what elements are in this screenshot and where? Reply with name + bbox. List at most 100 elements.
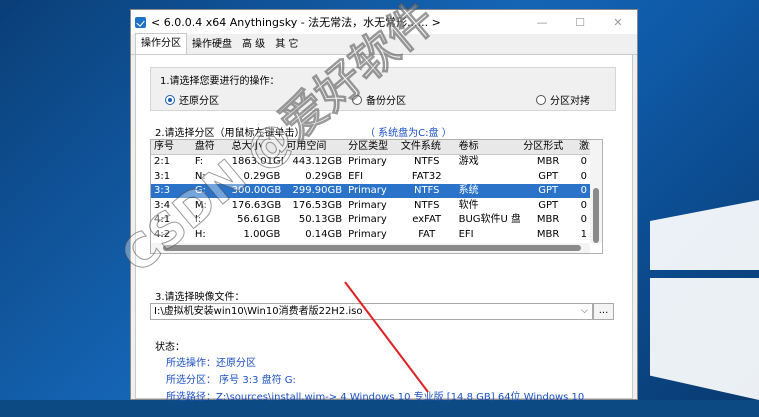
table-cell: 176.63GB [231, 199, 282, 211]
table-cell: 3:1 [154, 170, 171, 182]
table-cell: exFAT [412, 214, 442, 225]
radio-dot-icon [165, 94, 175, 105]
chevron-down-icon[interactable]: ⌵ [581, 304, 588, 319]
table-cell: Primary [348, 228, 387, 240]
table-cell: NTFS [413, 156, 440, 167]
table-cell: GPT [538, 170, 559, 182]
vertical-scrollbar[interactable] [590, 140, 602, 243]
table-cell: 1863.01GB [231, 156, 284, 167]
radio-backup[interactable]: 备份分区 [352, 92, 406, 107]
table-cell: M: [194, 199, 207, 211]
tab-bar: 操作分区 操作硬盘 高 级 其 它 [131, 33, 637, 55]
status-label: 状态： [155, 342, 185, 353]
system-disk-note: （ 系统盘为C:盘 ） [365, 128, 452, 139]
table-cell: 4:1 [154, 214, 171, 225]
image-path-value: I:\虚拟机安装win10\Win10消费者版22H2.iso [154, 306, 363, 317]
radio-dot-icon [352, 94, 362, 105]
table-cell: 1.00GB [243, 228, 281, 240]
table-cell: 443.12GB [292, 156, 343, 167]
tab-advanced[interactable]: 高 级 [237, 36, 270, 54]
title-bar: < 6.0.0.4 x64 Anythingsky - 法无常法，水无常形...… [131, 10, 637, 34]
table-cell: GPT [538, 199, 559, 211]
column-header: 总大小 [231, 141, 262, 152]
table-row[interactable]: 3:4 M: 176.63GB 176.53GB Primary NTFS 软件 GPT 0 [151, 199, 590, 213]
table-cell: 系统 [458, 185, 479, 196]
table-cell: NTFS [413, 199, 440, 211]
table-cell: 游戏 [458, 156, 479, 167]
horizontal-scroll-thumb[interactable] [163, 245, 581, 251]
tab-other[interactable]: 其 它 [270, 36, 303, 54]
app-window: < 6.0.0.4 x64 Anythingsky - 法无常法，水无常形...… [130, 9, 638, 403]
table-cell: MBR [536, 156, 560, 167]
maximize-button[interactable]: ☐ [561, 10, 599, 34]
table-cell: 299.90GB [292, 185, 343, 196]
close-button[interactable]: ✕ [599, 10, 637, 34]
status-partition: 所选分区： 序号 3:3 盘符 G: [166, 375, 296, 386]
column-header: 文件系统 [400, 141, 441, 152]
radio-copy[interactable]: 分区对拷 [536, 92, 590, 107]
column-header: 盘符 [194, 141, 215, 152]
column-header: 分区类型 [348, 141, 389, 152]
table-cell: I: [194, 214, 202, 225]
status-group: 状态： 所选操作：还原分区 所选分区： 序号 3:3 盘符 G: 所选路径：Z:… [150, 337, 616, 417]
table-cell: 0 [580, 199, 587, 211]
table-row[interactable]: 2:1 F: 1863.01GB 443.12GB Primary NTFS 游戏 MBR 0 [151, 155, 590, 169]
horizontal-scrollbar[interactable] [151, 243, 590, 253]
radio-copy-label: 分区对拷 [550, 96, 590, 107]
table-cell: 1 [580, 228, 587, 240]
table-cell: 176.53GB [292, 199, 343, 211]
table-cell: 56.61GB [237, 214, 281, 225]
table-cell: H: [194, 228, 206, 240]
partition-table: 序号 盘符 总大小 可用空间 分区类型文件系统 卷标 分区形式 激活 2:1 F: 1863.01G… [150, 139, 603, 254]
table-cell: 3:3 [154, 185, 171, 196]
table-row[interactable]: 4:2 H: 1.00GB 0.14GB Primary FAT EFI MBR 1 [151, 228, 590, 242]
vertical-scroll-thumb[interactable] [593, 188, 599, 243]
table-header: 序号 盘符 总大小 可用空间 分区类型文件系统 卷标 分区形式 激活 [151, 140, 590, 155]
table-cell [456, 170, 521, 184]
tab-operate-partition[interactable]: 操作分区 [135, 33, 187, 54]
table-row[interactable]: 3:3 G: 300.00GB 299.90GB Primary NTFS 系统 GPT 0 [151, 184, 590, 198]
table-cell: FAT [418, 228, 436, 240]
table-cell: Primary [348, 185, 387, 196]
table-cell: 3:4 [154, 199, 171, 211]
step1-label: 1.请选择您要进行的操作： [160, 76, 280, 87]
table-cell: 300.00GB [231, 185, 282, 196]
table-row[interactable]: 3:1 N: 0.29GB 0.29GB EFI FAT32 GPT 0 [151, 170, 590, 184]
status-path: 所选路径：Z:\sources\install.wim-> 4 Windows … [166, 392, 585, 403]
column-header: 序号 [154, 141, 174, 152]
step3-label: 3.请选择映像文件： [155, 292, 245, 303]
column-header: 可用空间 [286, 141, 327, 152]
browse-button[interactable]: ... [593, 303, 614, 320]
table-cell: F: [194, 156, 204, 167]
column-header: 分区形式 [523, 141, 564, 152]
step2-label: 2.请选择分区（用鼠标左键单击） [155, 128, 305, 139]
table-row[interactable]: 4:1 I: 56.61GB 50.13GB Primary exFAT BUG软件U 盘 M… [151, 213, 590, 227]
table-cell: 4:2 [154, 228, 171, 240]
table-cell: 0.14GB [305, 228, 343, 240]
table-cell: FAT32 [411, 170, 442, 182]
tab-operate-disk[interactable]: 操作硬盘 [187, 36, 237, 54]
table-cell: MBR [536, 228, 560, 240]
tab-page: 1.请选择您要进行的操作： 还原分区 备份分区 分区对拷 2.请选择分区（用鼠标… [135, 55, 633, 403]
table-cell: 0 [580, 170, 587, 182]
image-path-combo[interactable]: I:\虚拟机安装win10\Win10消费者版22H2.iso ⌵ [150, 303, 593, 320]
app-icon [135, 16, 146, 28]
minimize-button[interactable]: — [523, 10, 561, 34]
image-file-group: 3.请选择映像文件： I:\虚拟机安装win10\Win10消费者版22H2.i… [150, 287, 616, 323]
table-cell: 0 [580, 214, 587, 225]
radio-dot-icon [536, 94, 546, 105]
partition-group: 2.请选择分区（用鼠标左键单击） （ 系统盘为C:盘 ） 序号 盘符 总大小 可用空间… [150, 123, 616, 275]
table-cell: 50.13GB [298, 214, 343, 225]
column-header: 卷标 [458, 141, 479, 152]
table-cell: 2:1 [154, 156, 171, 167]
table-cell: MBR [536, 214, 560, 225]
table-cell: Primary [348, 214, 387, 225]
table-cell: Primary [348, 156, 387, 167]
table-cell: NTFS [413, 185, 440, 196]
status-operation: 所选操作：还原分区 [166, 358, 256, 369]
radio-restore[interactable]: 还原分区 [165, 92, 219, 107]
table-cell: G: [194, 185, 206, 196]
radio-restore-label: 还原分区 [179, 96, 219, 107]
column-header: 激活 [579, 141, 590, 152]
window-title: < 6.0.0.4 x64 Anythingsky - 法无常法，水无常形...… [151, 16, 441, 29]
